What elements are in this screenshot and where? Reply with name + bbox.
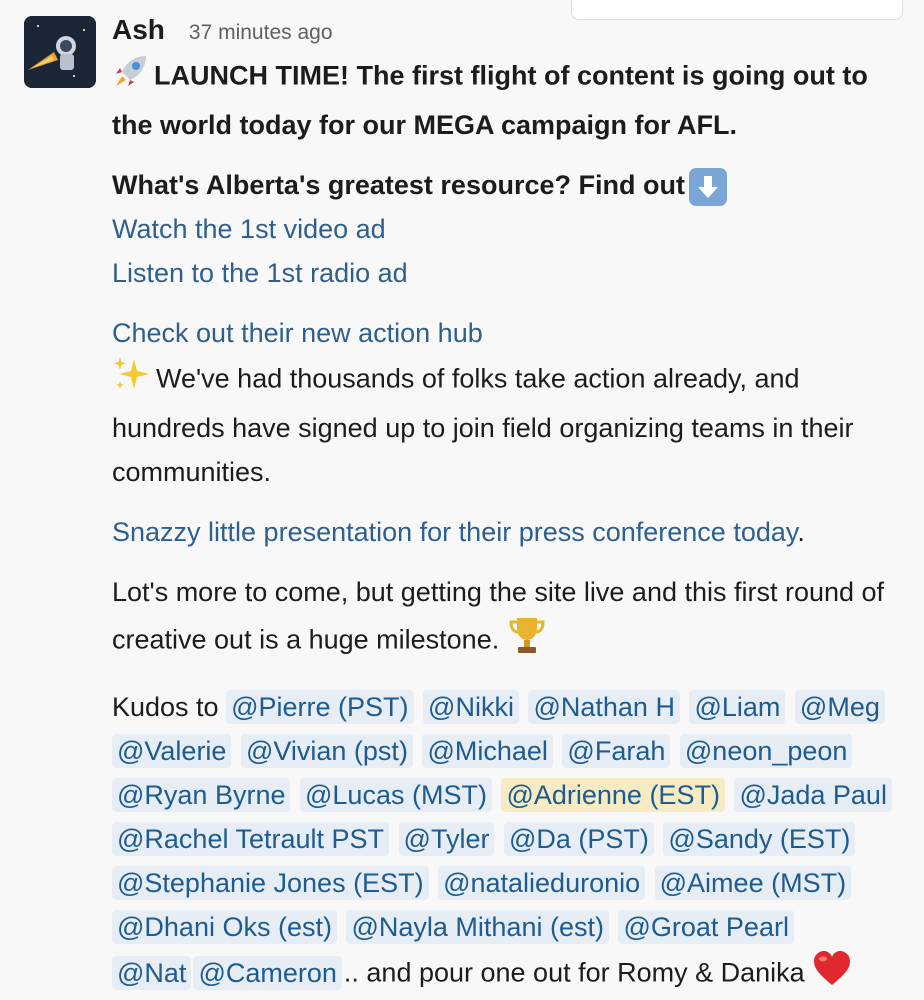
mention[interactable]: @Nikki — [423, 690, 519, 724]
sparkle-paragraph: We've had thousands of folks take action… — [112, 355, 912, 494]
sparkles-icon — [112, 355, 152, 406]
question-line: What's Alberta's greatest resource? Find… — [112, 163, 912, 207]
presentation-line: Snazzy little presentation for their pre… — [112, 510, 912, 554]
mention[interactable]: @natalieduronio — [438, 866, 646, 900]
mention[interactable]: @Aimee (MST) — [654, 866, 852, 900]
kudos-prefix: Kudos to — [112, 692, 219, 722]
mention[interactable]: @Cameron — [193, 955, 342, 990]
mention[interactable]: @Nayla Mithani (est) — [346, 910, 609, 944]
headline-text: LAUNCH TIME! The first flight of content… — [112, 60, 868, 140]
mention[interactable]: @Sandy (EST) — [663, 822, 856, 856]
presentation-link[interactable]: Snazzy little presentation for their pre… — [112, 517, 797, 547]
mention[interactable]: @Valerie — [112, 734, 232, 768]
mention[interactable]: @Nathan H — [528, 690, 680, 724]
question-text: What's Alberta's greatest resource? Find… — [112, 170, 685, 200]
mention[interactable]: @Nat — [112, 955, 192, 990]
down-arrow-icon — [688, 167, 727, 206]
action-hub-link[interactable]: Check out their new action hub — [112, 318, 483, 348]
rocket-icon — [112, 52, 150, 103]
timestamp[interactable]: 37 minutes ago — [189, 11, 333, 55]
video-ad-link[interactable]: Watch the 1st video ad — [112, 214, 386, 244]
mention[interactable]: @Farah — [562, 734, 671, 768]
mention[interactable]: @Liam — [689, 690, 786, 724]
mention[interactable]: @neon_peon — [679, 734, 853, 768]
mention[interactable]: @Jada Paul — [734, 778, 892, 812]
radio-ad-link[interactable]: Listen to the 1st radio ad — [112, 258, 408, 288]
message-header: Ash 37 minutes ago — [112, 8, 912, 52]
period-text: . — [797, 517, 805, 547]
mention[interactable]: @Vivian (pst) — [240, 734, 413, 768]
mention[interactable]: @Groat Pearl — [618, 910, 794, 944]
headline-line: LAUNCH TIME! The first flight of content… — [112, 52, 912, 147]
closing-text: .. and pour one out for Romy & Danika — [343, 957, 805, 988]
mention[interactable]: @Stephanie Jones (EST) — [112, 866, 429, 900]
mention[interactable]: @Meg — [794, 690, 885, 724]
mention[interactable]: @Da (PST) — [503, 822, 654, 856]
milestone-text: Lot's more to come, but getting the site… — [112, 577, 885, 655]
avatar[interactable] — [24, 16, 96, 88]
mention[interactable]: @Dhani Oks (est) — [112, 910, 337, 944]
mention[interactable]: @Michael — [422, 734, 553, 768]
author-name[interactable]: Ash — [112, 8, 165, 52]
message: Ash 37 minutes ago LAUNCH TIME! The firs… — [112, 8, 912, 1000]
mention[interactable]: @Tyler — [398, 822, 495, 856]
trophy-icon — [507, 614, 547, 669]
sparkle-text: We've had thousands of folks take action… — [112, 363, 854, 487]
mention[interactable]: @Ryan Byrne — [112, 778, 291, 812]
heart-icon — [812, 949, 852, 1000]
mention[interactable]: @Rachel Tetrault PST — [112, 822, 390, 856]
kudos-paragraph: Kudos to @Pierre (PST) @Nikki @Nathan H … — [112, 685, 912, 1000]
mention[interactable]: @Lucas (MST) — [300, 778, 492, 812]
milestone-paragraph: Lot's more to come, but getting the site… — [112, 570, 912, 669]
mention[interactable]: @Pierre (PST) — [226, 690, 414, 724]
mention-highlighted[interactable]: @Adrienne (EST) — [501, 778, 725, 812]
